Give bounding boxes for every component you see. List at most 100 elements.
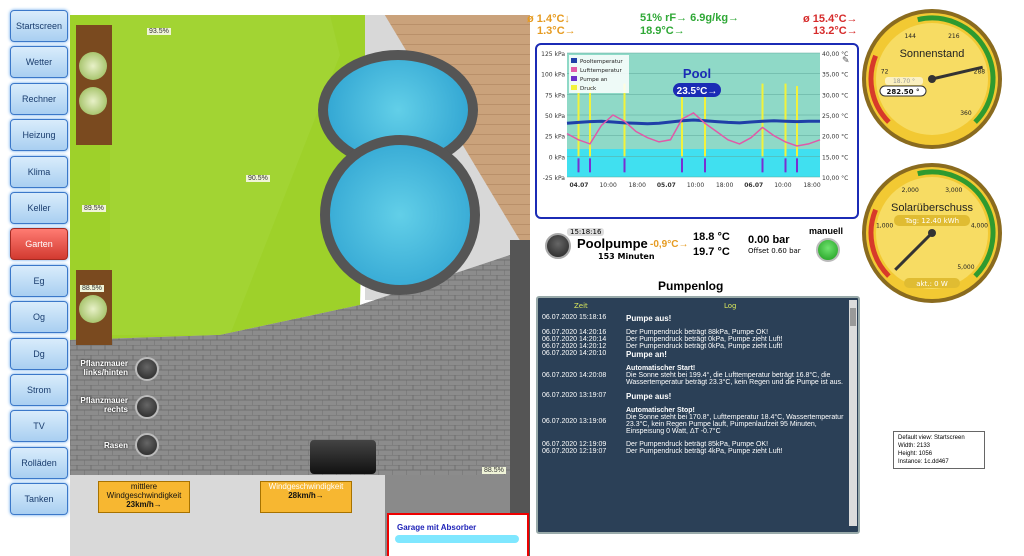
pumplog-scrollbar[interactable]: [849, 300, 857, 526]
pumplog-col-log: Log: [724, 302, 737, 310]
valve-label-left: Pflanzmauer links/hinten: [80, 359, 128, 377]
sidebar-item-wetter[interactable]: Wetter: [10, 46, 68, 79]
pumplog-row: 06.07.2020 14:20:12 Der Pumpendruck beträ…: [542, 343, 844, 350]
pumplog-message: Der Pumpendruck beträgt 88kPa, Pumpe OK!: [626, 329, 769, 336]
sidebar: Startscreen Wetter Rechner Heizung Klima Kell…: [7, 6, 69, 516]
pumplog-message: Der Pumpendruck beträgt 85kPa, Pumpe OK!: [626, 441, 769, 448]
pumplog-row: 06.07.2020 12:19:07 Der Pumpendruck beträ…: [542, 448, 844, 455]
pumplog-time: 06.07.2020 14:20:16: [542, 329, 607, 336]
gauge-title: Solarüberschuss: [891, 202, 973, 214]
right-axis-tick: 10,00 °C: [822, 175, 848, 182]
legend-swatch: [571, 85, 577, 90]
sidebar-item-rechner[interactable]: Rechner: [10, 82, 68, 115]
pool-chart-svg: 125 kPa 100 kPa 75 kPa 50 kPa 25 kPa 0 kPa -25…: [541, 51, 850, 189]
sidebar-item-rolläden[interactable]: Rolläden: [10, 446, 68, 479]
right-axis-tick: 15,00 °C: [822, 154, 848, 161]
pumplog-time: 06.07.2020 14:20:12: [542, 343, 607, 350]
pump-manual-button[interactable]: [816, 238, 840, 262]
pumplog-message: Der Pumpendruck beträgt 0kPa, Pumpe zieh…: [626, 336, 783, 343]
x-axis-tick: 05.07: [657, 182, 676, 189]
pumplog-time: 06.07.2020 12:19:07: [542, 448, 607, 455]
gauge-hub: [928, 229, 936, 237]
x-axis-tick: 10:00: [599, 182, 616, 189]
pumplog-detail: Die Sonne steht bei 170.8°, Lufttemperat…: [626, 414, 844, 435]
left-axis-tick: 100 kPa: [541, 72, 565, 79]
gauge-tick: 3,000: [945, 187, 962, 194]
pumplog-time: 06.07.2020 14:20:10: [542, 350, 607, 357]
pumplog-message-cell: Der Pumpendruck beträgt 4kPa, Pumpe zieh…: [626, 448, 844, 455]
pump-mode-label: manuell: [809, 226, 844, 236]
pumplog-row: 06.07.2020 14:20:10 Pumpe an!: [542, 350, 844, 359]
pumplog-scroll-thumb[interactable]: [850, 308, 856, 326]
sidebar-item-startscreen[interactable]: Startscreen: [10, 10, 68, 42]
wind-average-box: mittlere Windgeschwindigkeit 23km/h→: [98, 481, 190, 513]
sidebar-item-og[interactable]: Og: [10, 301, 68, 334]
pumplog-row: 06.07.2020 15:18:16 Pumpe aus!: [542, 314, 844, 323]
left-axis-tick: 50 kPa: [545, 113, 565, 120]
wind-current-value: 28km/h→: [288, 491, 324, 500]
gauge-hub: [928, 75, 936, 83]
sidebar-item-tv[interactable]: TV: [10, 410, 68, 443]
edit-pencil-icon[interactable]: ✎: [842, 56, 850, 66]
pumplog-row: 06.07.2020 12:19:09 Der Pumpendruck beträ…: [542, 441, 844, 448]
chart-badge: 23.5°C→: [677, 86, 718, 97]
x-axis-tick: 04.07: [570, 182, 589, 189]
pumplog-time: 06.07.2020 15:18:16: [542, 314, 607, 321]
pump-minutes: 153 Minuten: [598, 252, 655, 261]
left-axis-tick: 125 kPa: [541, 51, 565, 58]
valve-lawn-button[interactable]: [135, 433, 159, 457]
moisture-lawn: 90.5%: [246, 175, 270, 182]
garage-box: Garage mit Absorber: [387, 513, 529, 556]
pump-toggle-button[interactable]: [545, 233, 571, 259]
pumplog-time: 06.07.2020 12:19:09: [542, 441, 607, 448]
pumplog-message: Automatischer Stop!: [626, 407, 695, 414]
left-axis-tick: -25 kPa: [543, 175, 566, 182]
weather-left-avg: ø 1.4°C↓: [527, 13, 570, 25]
gauge-tick: 360: [960, 110, 972, 117]
gauge-title: Sonnenstand: [900, 48, 965, 60]
chart-title: Pool: [683, 66, 711, 81]
valve-right-button[interactable]: [135, 395, 159, 419]
moisture-shrub: 88.5%: [80, 285, 104, 292]
pumplog-title: Pumpenlog: [658, 279, 724, 293]
pumplog-message: Pumpe aus!: [626, 392, 672, 401]
wind-average-value: 23km/h→: [126, 500, 162, 509]
weather-right-avg: ø 15.4°C→: [803, 13, 858, 25]
sidebar-item-heizung[interactable]: Heizung: [10, 119, 68, 152]
pump-on-mark: [761, 158, 764, 173]
valve-left-button[interactable]: [135, 357, 159, 381]
garage-label: Garage mit Absorber: [397, 523, 477, 532]
sidebar-item-tanken[interactable]: Tanken: [10, 483, 68, 516]
shrub: [79, 52, 107, 80]
wind-current-title: Windgeschwindigkeit: [268, 482, 344, 491]
view-info-box: Default view: Startscreen Width: 2133 He…: [893, 431, 985, 469]
right-axis-tick: 25,00 °C: [822, 113, 848, 120]
sidebar-item-garten[interactable]: Garten: [10, 228, 68, 261]
left-axis-tick: 25 kPa: [545, 134, 565, 141]
sidebar-item-klima[interactable]: Klima: [10, 155, 68, 188]
info-line2: Width: 2133: [898, 443, 931, 449]
pumplog-row: 06.07.2020 14:20:16 Der Pumpendruck beträ…: [542, 329, 844, 336]
info-line1: Default view: Startscreen: [898, 435, 965, 441]
pump-offset: Offset 0.60 bar: [748, 247, 801, 255]
sidebar-item-dg[interactable]: Dg: [10, 337, 68, 370]
pool-pump-housing: [310, 440, 376, 474]
sun-gauge: 72144 216288360Sonnenstand18.70 °282.50 °: [862, 9, 1002, 149]
x-axis-tick: 10:00: [687, 182, 704, 189]
pumplog-detail: Die Sonne steht bei 199.4°, die Lufttemp…: [626, 372, 843, 386]
weather-left-cur: 1.3°C→: [537, 25, 576, 37]
pumplog-row: 06.07.2020 14:20:08 Automatischer Start! D…: [542, 365, 844, 386]
shrub: [79, 295, 107, 323]
pump-on-mark: [784, 158, 787, 173]
sidebar-item-keller[interactable]: Keller: [10, 192, 68, 224]
pump-on-mark: [796, 158, 798, 173]
x-axis-tick: 18:00: [716, 182, 733, 189]
legend-swatch: [571, 76, 577, 81]
pumplog-table: Zeit Log 06.07.2020 15:18:16 Pumpe aus! 06…: [536, 296, 860, 534]
sidebar-item-eg[interactable]: Eg: [10, 264, 68, 297]
sidebar-item-strom[interactable]: Strom: [10, 374, 68, 406]
pumplog-message: Automatischer Start!: [626, 365, 696, 372]
valve-label-lawn: Rasen: [103, 441, 128, 450]
pumplog-message-cell: Pumpe aus!: [626, 314, 844, 323]
moisture-top: 93.5%: [147, 28, 171, 35]
